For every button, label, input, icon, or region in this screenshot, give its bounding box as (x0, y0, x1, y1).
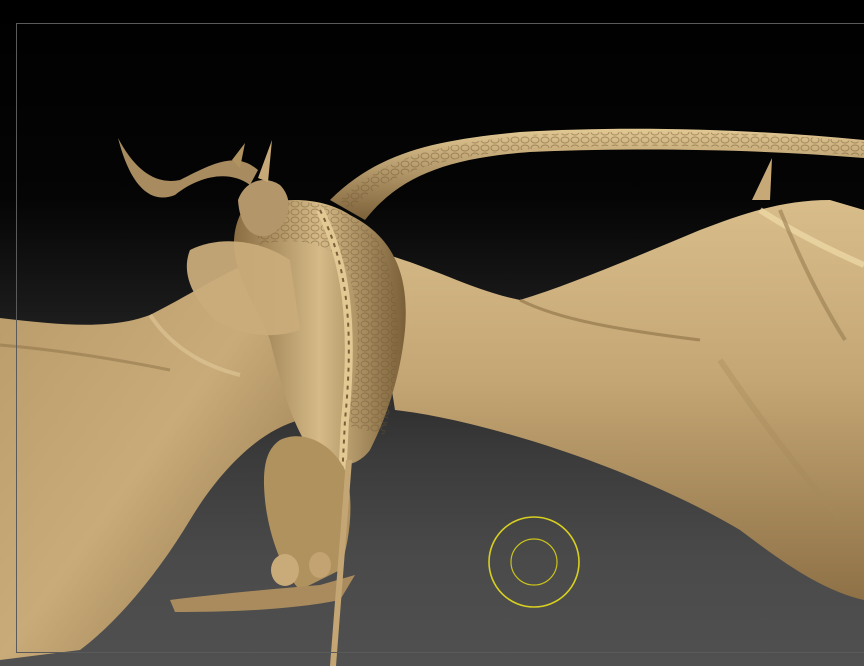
horn-right (258, 140, 272, 182)
horn-left (118, 138, 258, 198)
brush-draw-size-icon (488, 516, 580, 608)
lower-tail (170, 575, 355, 612)
3d-viewport[interactable] (0, 0, 864, 666)
right-wing (370, 200, 864, 600)
dragon-model[interactable] (0, 0, 864, 666)
wing-claw (752, 158, 772, 200)
